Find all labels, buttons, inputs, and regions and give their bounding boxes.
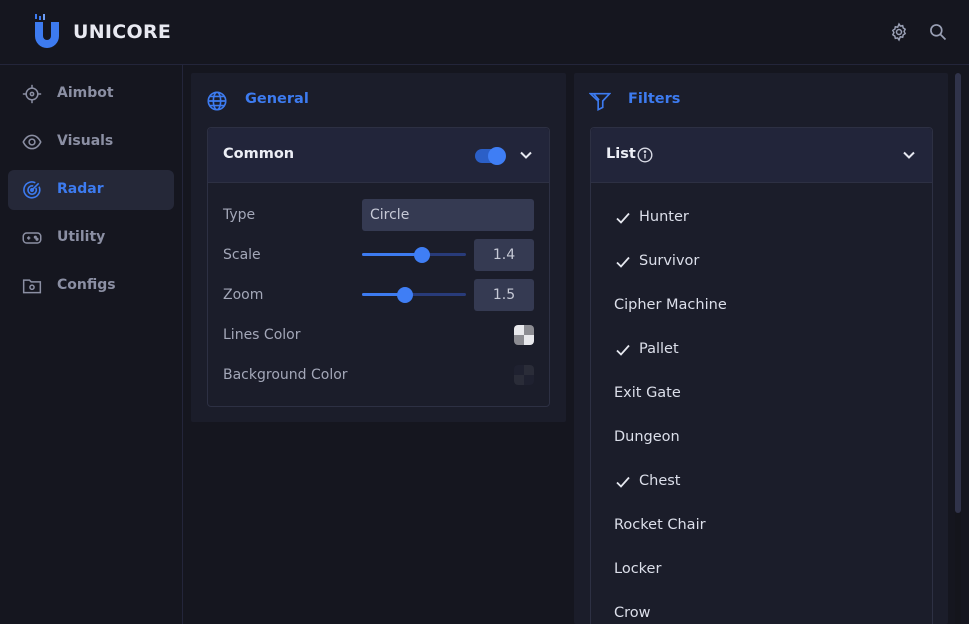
app-name: UNICORE (73, 21, 172, 43)
check-icon (616, 256, 630, 268)
globe-icon (207, 91, 227, 111)
common-card-title: Common (223, 146, 295, 162)
type-select-value: Circle (370, 207, 410, 223)
filter-item-cipher-machine[interactable]: Cipher Machine (591, 286, 931, 326)
sidebar: Aimbot Visuals Radar Utility Configs (0, 65, 183, 624)
sidebar-item-label: Radar (57, 181, 104, 197)
filter-item-hunter[interactable]: Hunter (591, 198, 931, 238)
sidebar-item-aimbot[interactable]: Aimbot (8, 74, 174, 114)
sidebar-item-label: Configs (57, 277, 116, 293)
general-title: General (245, 91, 309, 107)
sidebar-item-visuals[interactable]: Visuals (8, 122, 174, 162)
zoom-value: 1.5 (492, 287, 516, 303)
common-enabled-toggle[interactable] (475, 147, 506, 165)
filter-item-label: Chest (639, 473, 681, 489)
filters-title: Filters (628, 91, 681, 107)
zoom-slider[interactable] (362, 287, 466, 303)
filter-item-label: Crow (614, 605, 651, 621)
filter-item-crow[interactable]: Crow (591, 594, 931, 624)
background-color-label: Background Color (223, 367, 348, 383)
sidebar-item-label: Visuals (57, 133, 114, 149)
settings-icon[interactable] (889, 22, 909, 42)
filter-item-label: Locker (614, 561, 662, 577)
common-card-header[interactable]: Common (208, 128, 549, 183)
scrollbar[interactable] (955, 73, 961, 624)
check-icon (616, 212, 630, 224)
toggle-knob (488, 147, 506, 165)
check-icon (616, 476, 630, 488)
scale-value: 1.4 (492, 247, 516, 263)
scale-label: Scale (223, 247, 261, 263)
sidebar-item-label: Aimbot (57, 85, 114, 101)
filter-item-label: Cipher Machine (614, 297, 727, 313)
filter-item-survivor[interactable]: Survivor (591, 242, 931, 282)
filter-item-rocket-chair[interactable]: Rocket Chair (591, 506, 931, 546)
slider-thumb[interactable] (396, 287, 413, 303)
type-label: Type (223, 207, 256, 223)
radar-icon (23, 181, 41, 199)
filter-item-label: Hunter (639, 209, 689, 225)
gamepad-icon (22, 232, 42, 244)
filter-icon (589, 92, 611, 112)
list-card-title: List (606, 146, 636, 162)
sidebar-item-utility[interactable]: Utility (8, 218, 174, 258)
info-icon[interactable] (637, 147, 653, 163)
crosshair-icon (22, 84, 42, 104)
eye-icon (22, 134, 42, 150)
slider-fill (362, 253, 423, 256)
common-card: Common Type Circle Scale 1.4 Zoom 1.5 Li… (207, 127, 550, 407)
list-card: List Hunter Survivor Cipher Machine Pallet E… (590, 127, 933, 624)
scale-value-input[interactable]: 1.4 (474, 239, 534, 271)
chevron-down-icon[interactable] (518, 147, 534, 163)
zoom-label: Zoom (223, 287, 264, 303)
filter-item-dungeon[interactable]: Dungeon (591, 418, 931, 458)
sidebar-item-label: Utility (57, 229, 106, 245)
unicore-logo-icon (35, 14, 59, 48)
lines-color-label: Lines Color (223, 327, 301, 343)
type-select[interactable]: Circle (362, 199, 534, 231)
filter-item-locker[interactable]: Locker (591, 550, 931, 590)
check-icon (616, 344, 630, 356)
list-card-header[interactable]: List (591, 128, 932, 183)
zoom-value-input[interactable]: 1.5 (474, 279, 534, 311)
scale-slider[interactable] (362, 247, 466, 263)
folder-gear-icon (22, 279, 42, 294)
filter-item-label: Dungeon (614, 429, 680, 445)
search-icon[interactable] (928, 22, 948, 42)
lines-color-swatch[interactable] (514, 325, 534, 345)
scrollbar-thumb[interactable] (955, 73, 961, 513)
filter-item-label: Pallet (639, 341, 679, 357)
top-bar: UNICORE (0, 0, 969, 65)
filter-item-chest[interactable]: Chest (591, 462, 931, 502)
slider-thumb[interactable] (414, 247, 431, 263)
filter-item-label: Rocket Chair (614, 517, 706, 533)
sidebar-item-radar[interactable]: Radar (8, 170, 174, 210)
general-panel: General Common Type Circle Scale 1.4 Zoo… (191, 73, 566, 422)
filter-item-label: Survivor (639, 253, 700, 269)
sidebar-item-configs[interactable]: Configs (8, 266, 174, 306)
filters-panel: Filters List Hunter Survivor Cipher Machin… (574, 73, 948, 624)
filter-item-exit-gate[interactable]: Exit Gate (591, 374, 931, 414)
filter-item-pallet[interactable]: Pallet (591, 330, 931, 370)
filter-item-label: Exit Gate (614, 385, 681, 401)
background-color-swatch[interactable] (514, 365, 534, 385)
chevron-down-icon[interactable] (901, 147, 917, 163)
